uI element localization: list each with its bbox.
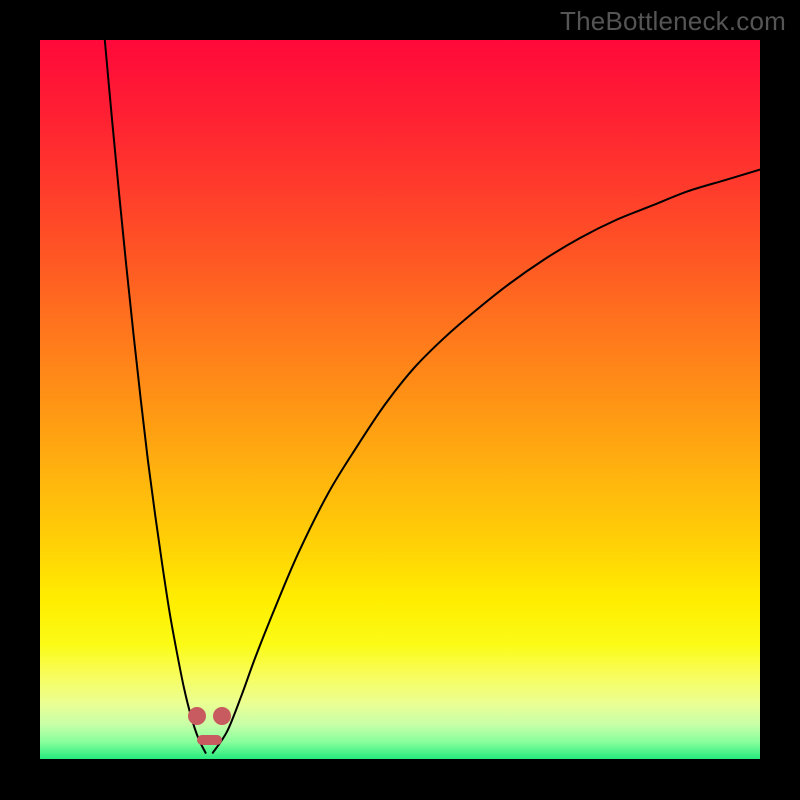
watermark-text: TheBottleneck.com: [560, 6, 786, 37]
plot-area: [40, 40, 760, 760]
chart-frame: TheBottleneck.com: [0, 0, 800, 800]
